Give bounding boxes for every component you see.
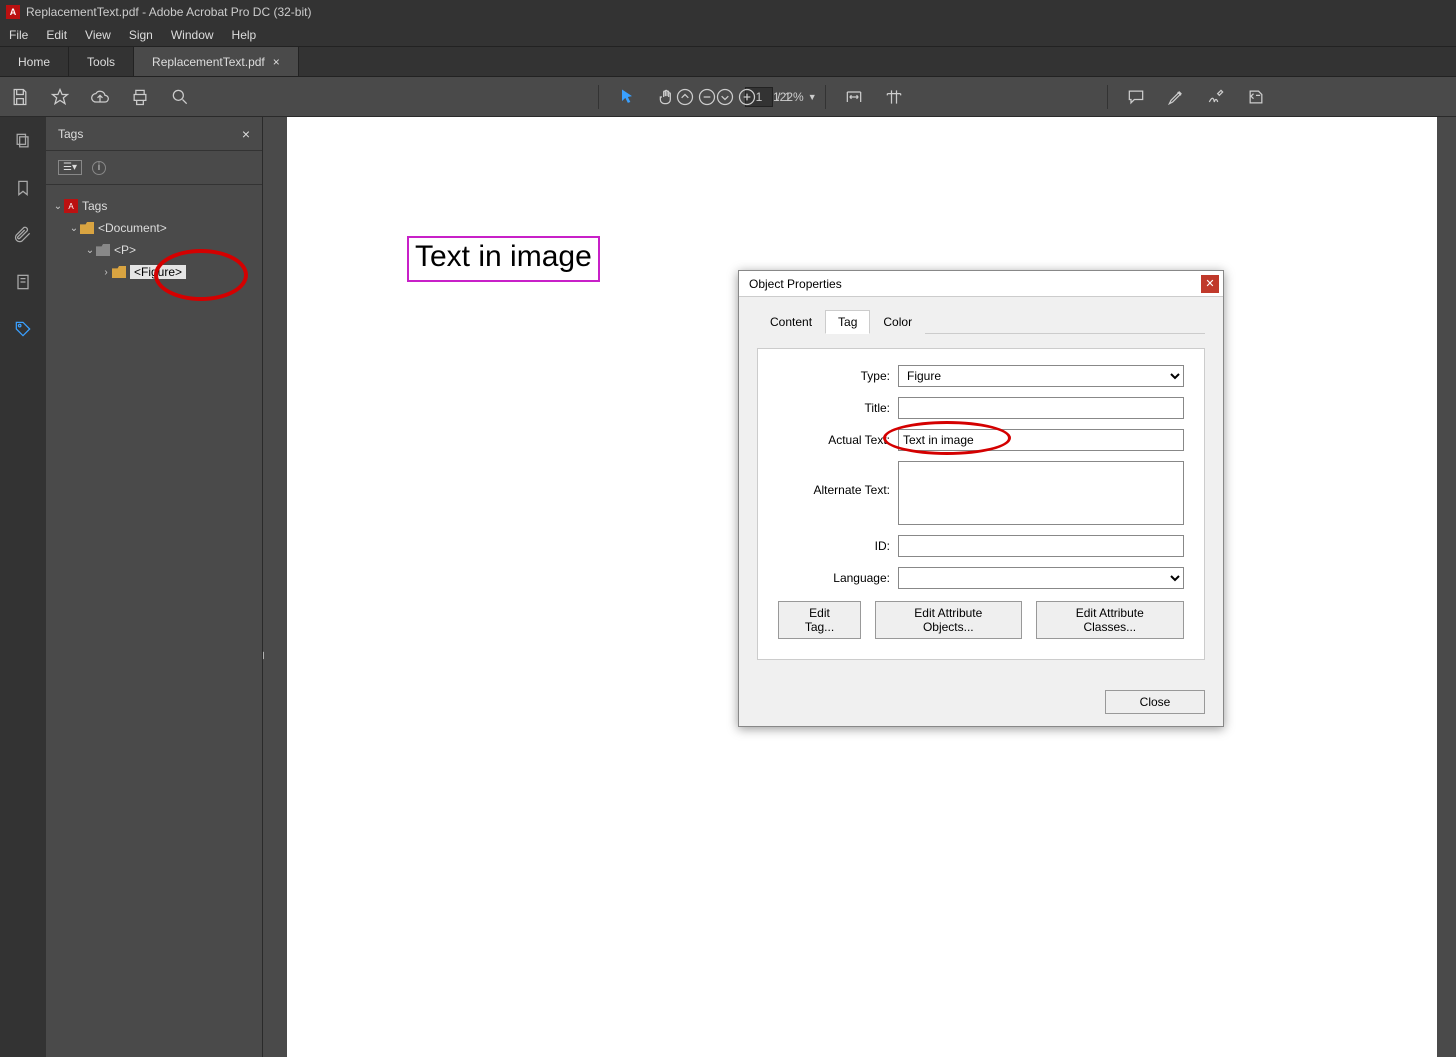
figure-element[interactable]: Text in image: [407, 236, 600, 282]
fit-page-icon[interactable]: [878, 81, 910, 113]
tab-home-label: Home: [18, 55, 50, 69]
print-icon[interactable]: [124, 81, 156, 113]
menu-edit[interactable]: Edit: [37, 23, 76, 46]
tab-content[interactable]: Content: [757, 310, 825, 334]
dialog-tabstrip: Content Tag Color: [757, 309, 1205, 334]
caret-icon[interactable]: ⌄: [52, 201, 64, 212]
tags-icon[interactable]: [13, 319, 33, 344]
zoom-dropdown-icon[interactable]: ▼: [808, 92, 817, 102]
close-button[interactable]: Close: [1105, 690, 1205, 714]
tree-document-label: <Document>: [98, 221, 167, 235]
edit-tag-button[interactable]: Edit Tag...: [778, 601, 861, 639]
menu-view[interactable]: View: [76, 23, 120, 46]
tab-document[interactable]: ReplacementText.pdf ×: [134, 47, 299, 76]
tab-tools-label: Tools: [87, 55, 115, 69]
type-label: Type:: [778, 369, 898, 383]
window-title: ReplacementText.pdf - Adobe Acrobat Pro …: [26, 5, 311, 19]
dialog-title: Object Properties: [749, 277, 842, 291]
title-input[interactable]: [898, 397, 1184, 419]
tab-color[interactable]: Color: [870, 310, 925, 334]
title-label: Title:: [778, 401, 898, 415]
menu-window[interactable]: Window: [162, 23, 223, 46]
close-icon[interactable]: ×: [273, 55, 280, 69]
menu-file[interactable]: File: [0, 23, 37, 46]
comment-icon[interactable]: [1120, 81, 1152, 113]
id-input[interactable]: [898, 535, 1184, 557]
tag-folder-icon: [96, 244, 110, 256]
thumbnails-icon[interactable]: [13, 131, 33, 156]
cloud-icon[interactable]: [84, 81, 116, 113]
collapse-handle-icon[interactable]: ◀: [263, 637, 265, 673]
alternate-text-input[interactable]: [898, 461, 1184, 525]
hand-icon[interactable]: [651, 81, 683, 113]
bookmarks-icon[interactable]: [13, 178, 33, 203]
tags-info-icon[interactable]: i: [92, 161, 106, 175]
more-tools-icon[interactable]: [1240, 81, 1272, 113]
main-toolbar: / 1 122% ▼: [0, 77, 1456, 117]
tab-tools[interactable]: Tools: [69, 47, 134, 76]
tab-tag[interactable]: Tag: [825, 310, 870, 334]
tree-root-label: Tags: [82, 199, 107, 213]
highlight-icon[interactable]: [1160, 81, 1192, 113]
tree-figure-label[interactable]: <Figure>: [130, 265, 186, 279]
zoom-in-icon[interactable]: [731, 81, 763, 113]
actual-text-input[interactable]: [898, 429, 1184, 451]
tags-tree[interactable]: ⌄ A Tags ⌄ <Document> ⌄ <P> › <Figure>: [46, 185, 262, 293]
nav-rail: [0, 117, 46, 1057]
caret-icon[interactable]: ⌄: [68, 223, 80, 234]
edit-attribute-classes-button[interactable]: Edit Attribute Classes...: [1036, 601, 1184, 639]
tags-panel-title: Tags: [58, 127, 83, 141]
tab-home[interactable]: Home: [0, 47, 69, 76]
id-label: ID:: [778, 539, 898, 553]
zoom-out-icon[interactable]: [691, 81, 723, 113]
attachments-icon[interactable]: [13, 225, 33, 250]
search-icon[interactable]: [164, 81, 196, 113]
close-icon[interactable]: ✕: [1201, 275, 1219, 293]
menubar: File Edit View Sign Window Help: [0, 23, 1456, 47]
language-select[interactable]: [898, 567, 1184, 589]
language-label: Language:: [778, 571, 898, 585]
object-properties-dialog: Object Properties ✕ Content Tag Color Ty…: [738, 270, 1224, 727]
tags-panel: Tags × ☰▾ i ⌄ A Tags ⌄ <Document> ⌄ <P>: [46, 117, 263, 1057]
tree-p-label: <P>: [114, 243, 136, 257]
save-icon[interactable]: [4, 81, 36, 113]
titlebar: A ReplacementText.pdf - Adobe Acrobat Pr…: [0, 0, 1456, 23]
pointer-icon[interactable]: [611, 81, 643, 113]
caret-icon[interactable]: ⌄: [84, 245, 96, 256]
alternate-text-label: Alternate Text:: [778, 461, 898, 497]
tab-document-label: ReplacementText.pdf: [152, 55, 265, 69]
fit-width-icon[interactable]: [838, 81, 870, 113]
menu-help[interactable]: Help: [223, 23, 266, 46]
caret-icon[interactable]: ›: [100, 267, 112, 278]
pdf-root-icon: A: [64, 199, 78, 213]
figure-text: Text in image: [415, 240, 592, 273]
type-select[interactable]: Figure: [898, 365, 1184, 387]
edit-attribute-objects-button[interactable]: Edit Attribute Objects...: [875, 601, 1022, 639]
tag-folder-icon: [112, 266, 126, 278]
layers-icon[interactable]: [13, 272, 33, 297]
tags-options-icon[interactable]: ☰▾: [58, 160, 82, 175]
tag-folder-icon: [80, 222, 94, 234]
actual-text-label: Actual Text:: [778, 433, 898, 447]
zoom-level: 122%: [773, 90, 804, 104]
document-tabs: Home Tools ReplacementText.pdf ×: [0, 47, 1456, 77]
app-icon: A: [6, 5, 20, 19]
sign-icon[interactable]: [1200, 81, 1232, 113]
menu-sign[interactable]: Sign: [120, 23, 162, 46]
star-icon[interactable]: [44, 81, 76, 113]
close-icon[interactable]: ×: [242, 126, 250, 142]
